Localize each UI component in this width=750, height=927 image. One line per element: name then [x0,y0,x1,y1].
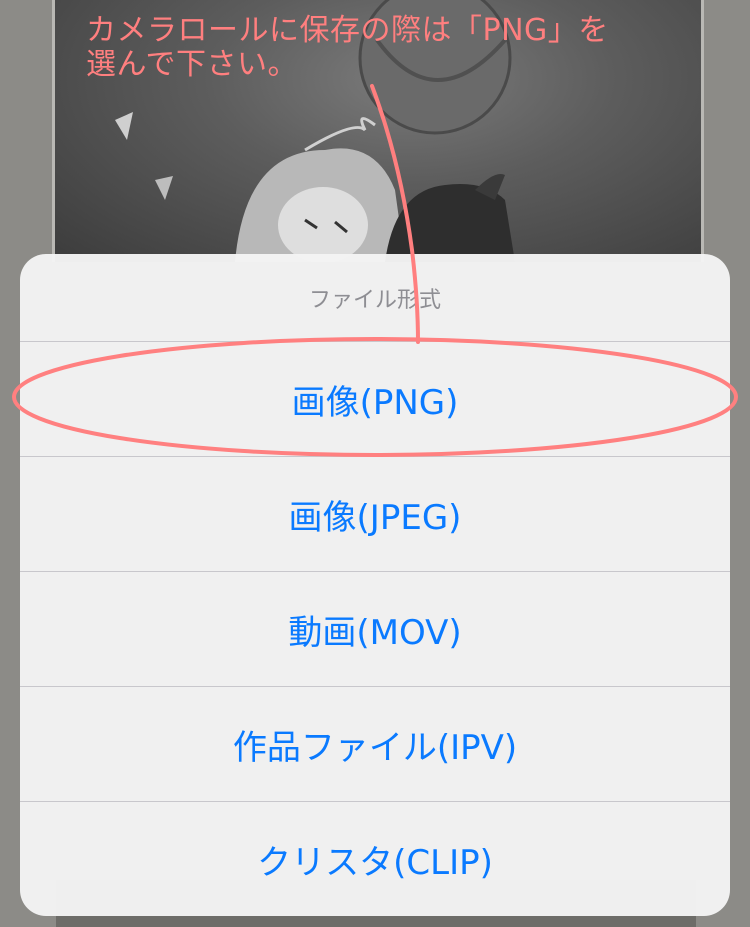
option-image-png[interactable]: 画像(PNG) [20,342,730,457]
option-video-mov[interactable]: 動画(MOV) [20,572,730,687]
option-clip-studio-clip[interactable]: クリスタ(CLIP) [20,802,730,916]
option-project-file-ipv[interactable]: 作品ファイル(IPV) [20,687,730,802]
option-image-jpeg[interactable]: 画像(JPEG) [20,457,730,572]
action-sheet-title: ファイル形式 [20,254,730,342]
annotation-note: カメラロールに保存の際は「PNG」を 選んで下さい。 [86,13,609,82]
file-format-action-sheet: ファイル形式 画像(PNG) 画像(JPEG) 動画(MOV) 作品ファイル(I… [20,254,730,916]
